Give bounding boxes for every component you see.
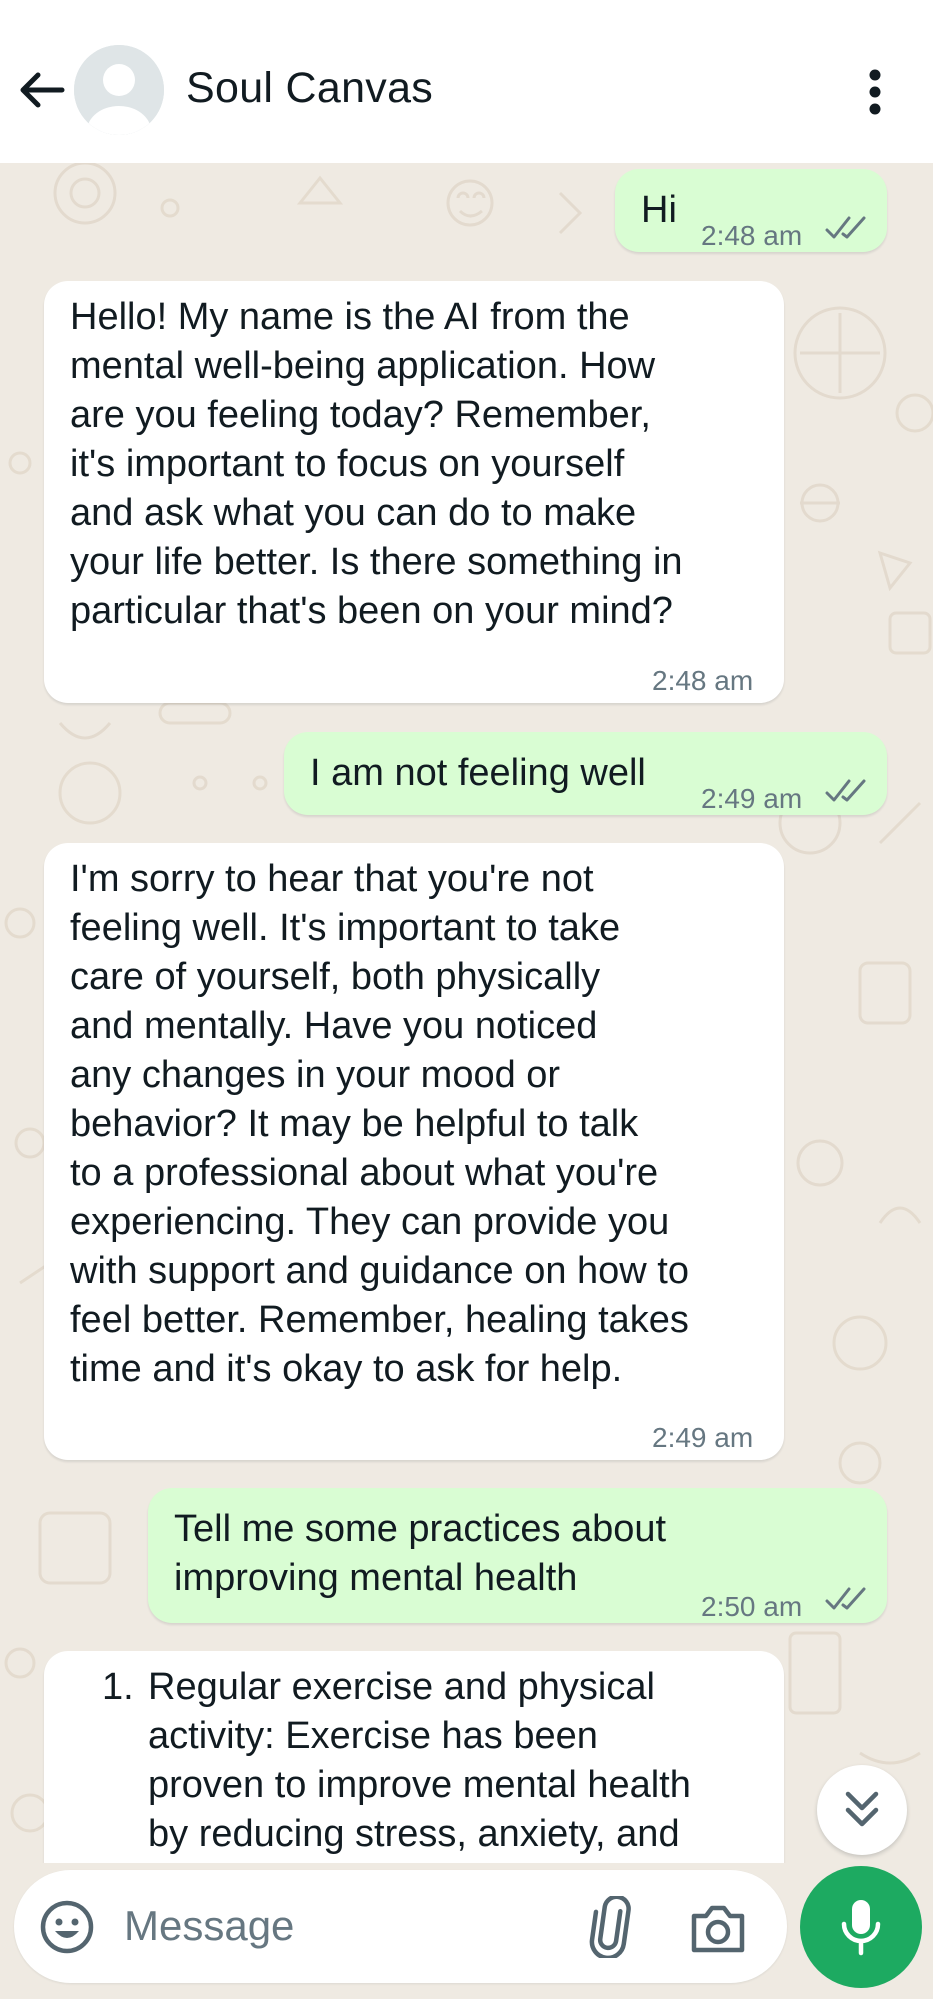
message-text: Hi [641, 189, 677, 231]
outgoing-message[interactable]: I am not feeling well 2:49 am [284, 732, 887, 815]
chat-area[interactable]: Hi 2:48 am Hello! My name is the AI from… [0, 163, 933, 1863]
read-ticks-icon [825, 216, 866, 239]
back-button[interactable] [14, 62, 70, 118]
outgoing-message[interactable]: Tell me some practices about improving m… [148, 1488, 887, 1623]
message-time: 2:49 am [652, 1422, 754, 1453]
contact-avatar[interactable] [74, 45, 164, 135]
chat-title[interactable]: Soul Canvas [186, 64, 433, 113]
message-text: Tell me some practices about improving m… [174, 1508, 667, 1599]
outgoing-message[interactable]: Hi 2:48 am [615, 169, 887, 252]
message-time: 2:49 am [701, 783, 803, 814]
default-avatar-icon [74, 45, 164, 135]
message-time: 2:48 am [701, 220, 803, 251]
message-text: I'm sorry to hear that you're not feelin… [70, 858, 689, 1390]
chat-header: Soul Canvas [0, 0, 933, 163]
read-ticks-icon [825, 1587, 866, 1610]
message-time: 2:48 am [652, 665, 754, 696]
incoming-message[interactable]: 1. Regular exercise and physical activit… [44, 1651, 784, 1863]
camera-icon[interactable] [688, 1900, 748, 1956]
message-text: Regular exercise and physical activity: … [148, 1666, 691, 1855]
microphone-icon [841, 1900, 881, 1956]
paperclip-icon[interactable] [582, 1896, 638, 1958]
more-vertical-icon [869, 69, 881, 115]
read-ticks-icon [825, 779, 866, 802]
message-text: I am not feeling well [310, 752, 646, 794]
message-text: Hello! My name is the AI from the mental… [70, 296, 683, 632]
message-time: 2:50 am [701, 1591, 803, 1622]
incoming-message[interactable]: Hello! My name is the AI from the mental… [44, 281, 784, 703]
arrow-left-icon [20, 72, 65, 108]
emoji-icon[interactable] [38, 1898, 96, 1956]
incoming-message[interactable]: I'm sorry to hear that you're not feelin… [44, 843, 784, 1460]
list-number: 1. [102, 1666, 134, 1708]
scroll-to-bottom-button[interactable] [817, 1765, 907, 1855]
double-chevron-down-icon [845, 1791, 879, 1827]
message-input[interactable] [124, 1890, 574, 1962]
more-options-button[interactable] [852, 64, 898, 120]
message-composer [14, 1870, 787, 1983]
voice-message-button[interactable] [800, 1866, 922, 1988]
